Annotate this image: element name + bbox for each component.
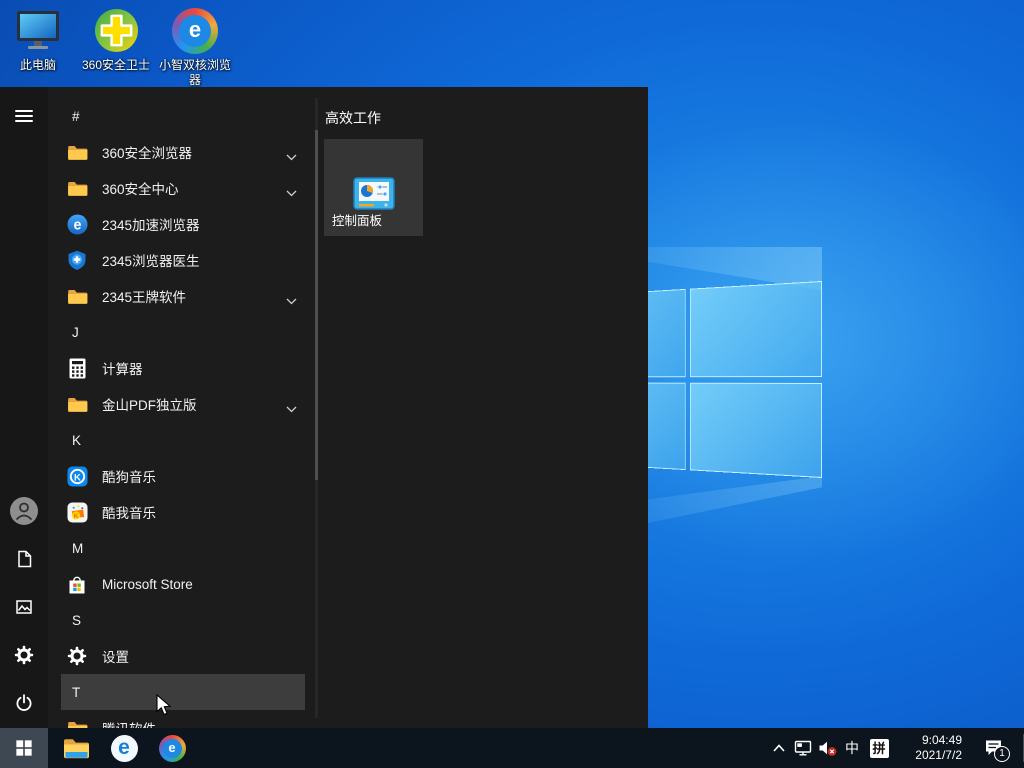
kuwo-icon: K bbox=[66, 501, 88, 523]
tray-ime-pinyin[interactable]: 拼 bbox=[866, 728, 892, 768]
chevron-down-icon[interactable] bbox=[286, 293, 297, 308]
tray-volume[interactable] bbox=[815, 728, 840, 768]
logo-pane bbox=[690, 382, 822, 478]
tray-action-center[interactable]: 1 bbox=[972, 728, 1016, 768]
start-menu-rail bbox=[0, 87, 48, 728]
taskbar-file-explorer[interactable] bbox=[52, 728, 100, 768]
folder-icon bbox=[66, 177, 88, 199]
taskbar-browser-e-blue[interactable]: e bbox=[100, 728, 148, 768]
app-list-item[interactable]: K 酷我音乐 bbox=[61, 494, 305, 530]
chevron-up-icon bbox=[773, 744, 785, 752]
hamburger-menu-icon[interactable] bbox=[0, 92, 48, 140]
start-button[interactable] bbox=[0, 728, 48, 768]
folder-icon bbox=[66, 285, 88, 307]
start-menu-app-list: # 360安全浏览器 360安全中心 e 2345加速浏览器 2345浏览器医生… bbox=[61, 98, 305, 728]
xiaozhi-browser-icon: e bbox=[157, 6, 233, 54]
settings-gear-icon bbox=[66, 645, 88, 667]
tray-network[interactable] bbox=[791, 728, 815, 768]
app-list-item[interactable]: K 酷狗音乐 bbox=[61, 458, 305, 494]
logo-pane bbox=[690, 281, 822, 377]
desktop: 此电脑 360安全卫士 e 小智双核浏览器 # 360安全浏览器 360安全中心… bbox=[0, 0, 1024, 768]
start-menu: # 360安全浏览器 360安全中心 e 2345加速浏览器 2345浏览器医生… bbox=[0, 87, 648, 728]
app-list-section-header[interactable]: S bbox=[61, 602, 305, 638]
svg-text:K: K bbox=[73, 513, 78, 520]
app-list-item[interactable]: Microsoft Store bbox=[61, 566, 305, 602]
desktop-icon-xiaozhi-browser[interactable]: e 小智双核浏览器 bbox=[157, 6, 233, 88]
pinyin-indicator: 拼 bbox=[869, 738, 889, 758]
app-list-item[interactable]: 2345王牌软件 bbox=[61, 278, 305, 314]
tile-group-title: 高效工作 bbox=[325, 110, 381, 126]
tray-ime-mode[interactable]: 中 bbox=[840, 728, 864, 768]
file-explorer-icon bbox=[63, 738, 89, 758]
app-list-item[interactable]: 腾讯软件 bbox=[61, 710, 305, 728]
chevron-down-icon[interactable] bbox=[286, 149, 297, 164]
app-list-item[interactable]: 360安全中心 bbox=[61, 170, 305, 206]
calculator-icon bbox=[66, 357, 88, 379]
tray-date: 2021/7/2 bbox=[915, 748, 962, 762]
app-list-item[interactable]: 计算器 bbox=[61, 350, 305, 386]
browser-e-colorful-icon: e bbox=[158, 734, 186, 762]
tile-control-panel[interactable]: 控制面板 bbox=[324, 139, 423, 236]
browser-2345-icon: e bbox=[66, 213, 88, 235]
user-account-icon[interactable] bbox=[0, 487, 48, 535]
this-pc-icon bbox=[0, 6, 76, 54]
folder-icon bbox=[66, 141, 88, 163]
app-list-section-header[interactable]: T bbox=[61, 674, 305, 710]
power-icon[interactable] bbox=[0, 679, 48, 727]
chevron-down-icon[interactable] bbox=[286, 185, 297, 200]
ms-store-icon bbox=[66, 573, 88, 595]
app-list-item[interactable]: 2345浏览器医生 bbox=[61, 242, 305, 278]
folder-icon bbox=[66, 393, 88, 415]
app-list-item[interactable]: 360安全浏览器 bbox=[61, 134, 305, 170]
app-list-scrollbar-thumb[interactable] bbox=[315, 130, 318, 480]
app-list-section-header[interactable]: # bbox=[61, 98, 305, 134]
desktop-icon-this-pc[interactable]: 此电脑 bbox=[0, 6, 76, 73]
svg-text:e: e bbox=[73, 217, 81, 233]
taskbar-browser-e-colorful[interactable]: e bbox=[148, 728, 196, 768]
tray-chevron-up[interactable] bbox=[767, 728, 791, 768]
folder-icon bbox=[66, 717, 88, 728]
tray-clock[interactable]: 9:04:49 2021/7/2 bbox=[894, 728, 962, 768]
desktop-icon-label: 小智双核浏览器 bbox=[158, 58, 231, 87]
settings-gear-icon[interactable] bbox=[0, 631, 48, 679]
notification-count-badge: 1 bbox=[994, 746, 1010, 762]
chevron-down-icon[interactable] bbox=[286, 401, 297, 416]
pictures-icon[interactable] bbox=[0, 583, 48, 631]
app-list-item[interactable]: 金山PDF独立版 bbox=[61, 386, 305, 422]
mouse-cursor bbox=[156, 693, 173, 722]
desktop-icon-360-safe[interactable]: 360安全卫士 bbox=[78, 6, 154, 73]
taskbar: e e 中 拼 9:04:49 2021/7/2 1 bbox=[0, 728, 1024, 768]
browser-e-blue-icon: e bbox=[110, 734, 138, 762]
start-windows-icon bbox=[16, 740, 32, 756]
svg-text:K: K bbox=[74, 472, 81, 483]
app-list-section-header[interactable]: M bbox=[61, 530, 305, 566]
app-list-item[interactable]: 设置 bbox=[61, 638, 305, 674]
360-safe-icon bbox=[78, 6, 154, 54]
documents-icon[interactable] bbox=[0, 535, 48, 583]
desktop-icon-label: 360安全卫士 bbox=[81, 58, 151, 72]
tray-time: 9:04:49 bbox=[921, 733, 962, 747]
tile-label: 控制面板 bbox=[332, 214, 383, 228]
app-list-section-header[interactable]: K bbox=[61, 422, 305, 458]
ethernet-icon bbox=[794, 740, 812, 756]
volume-muted-icon bbox=[819, 741, 837, 756]
app-list-item[interactable]: e 2345加速浏览器 bbox=[61, 206, 305, 242]
shield-doctor-icon bbox=[66, 249, 88, 271]
desktop-icon-label: 此电脑 bbox=[19, 58, 56, 72]
app-list-section-header[interactable]: J bbox=[61, 314, 305, 350]
kugou-icon: K bbox=[66, 465, 88, 487]
